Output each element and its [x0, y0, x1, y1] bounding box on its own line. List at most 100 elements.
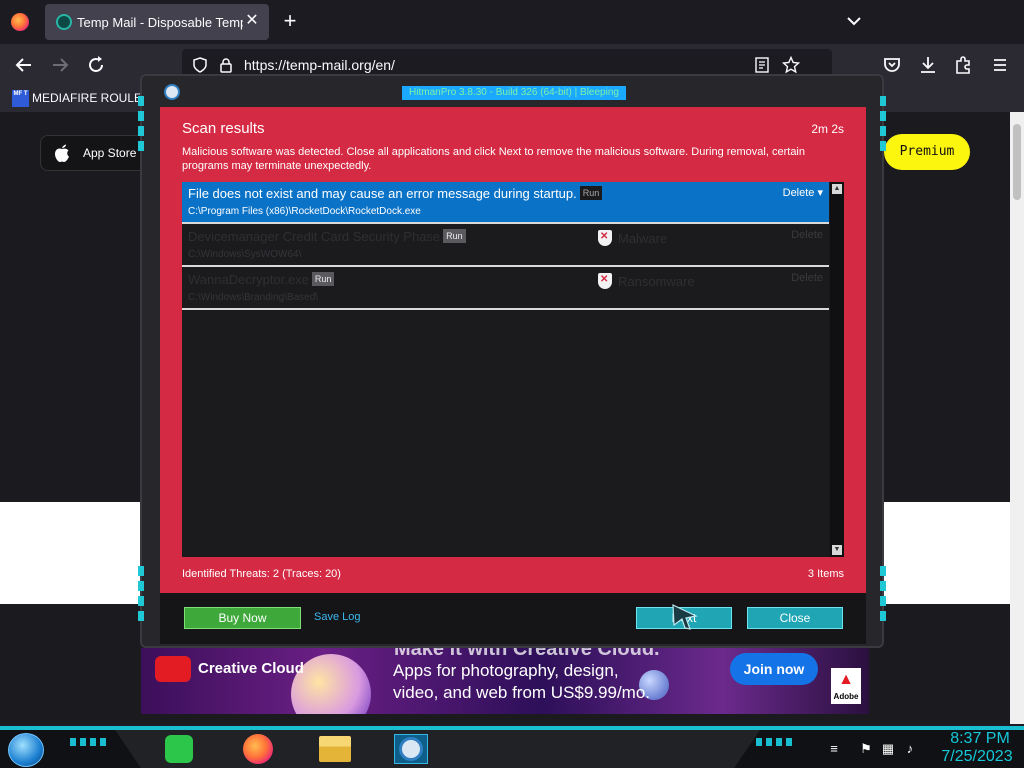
- threat-type: Ransomware: [618, 274, 695, 289]
- hitmanpro-footer: Buy Now Save Log Next Close: [160, 593, 866, 644]
- clock-date[interactable]: 7/25/2023: [932, 748, 1022, 766]
- app-menu-button[interactable]: [988, 53, 1012, 77]
- scan-results-panel: Scan results 2m 2s Malicious software wa…: [160, 107, 866, 593]
- reload-button[interactable]: [84, 53, 108, 77]
- taskbar-firefox-app[interactable]: [241, 734, 275, 764]
- premium-button[interactable]: Premium: [884, 134, 970, 170]
- ad-brand-name: Creative Cloud: [198, 660, 304, 677]
- result-row[interactable]: File does not exist and may cause an err…: [182, 182, 829, 224]
- list-all-tabs-button[interactable]: [843, 10, 865, 32]
- ad-copy-text: Apps for photography, design, video, and…: [393, 661, 651, 702]
- url-text: https://temp-mail.org/en/: [244, 57, 395, 73]
- result-row[interactable]: WannaDecryptor.exe Run C:\Windows\Brandin…: [182, 268, 829, 310]
- shield-icon[interactable]: [192, 57, 208, 73]
- page-scrollbar-thumb[interactable]: [1013, 124, 1021, 200]
- file-explorer-icon: [319, 736, 351, 762]
- taskbar-hitmanpro-app[interactable]: [394, 734, 428, 764]
- firefox-icon: [243, 734, 273, 764]
- run-badge: Run: [311, 272, 335, 286]
- app-store-button[interactable]: App Store: [40, 135, 150, 171]
- join-now-button[interactable]: Join now: [730, 653, 818, 685]
- clock-time[interactable]: 8:37 PM: [940, 730, 1020, 748]
- extensions-button[interactable]: [952, 53, 976, 77]
- threat-shield-icon: [598, 230, 612, 246]
- notes-icon: [165, 735, 193, 763]
- run-badge: Run: [443, 229, 466, 243]
- system-tray: ≡ ⚑ ▦ ♪ 8:37 PM 7/25/2023: [820, 730, 1024, 768]
- chevron-down-icon: [847, 17, 861, 26]
- adobe-logo-text: Adobe: [833, 692, 859, 701]
- result-name: Devicemanager Credit Card Security Phase…: [188, 229, 466, 244]
- result-action-dropdown[interactable]: Delete ▾: [783, 186, 823, 199]
- download-icon: [921, 57, 935, 73]
- items-count: 3 Items: [807, 568, 844, 580]
- action-center-flag-icon[interactable]: ⚑: [858, 741, 874, 757]
- creative-cloud-logo-icon: [155, 656, 191, 682]
- scan-results-heading: Scan results: [182, 120, 265, 137]
- result-name-text: WannaDecryptor.exe: [188, 272, 309, 287]
- taskbar-file-explorer-app[interactable]: [318, 734, 352, 764]
- window-frame-glow: [138, 96, 144, 156]
- threat-type: Malware: [618, 231, 668, 246]
- run-badge: Run: [579, 186, 603, 200]
- window-frame-glow: [880, 566, 886, 626]
- window-title: HitmanPro 3.8.30 - Build 326 (64-bit) | …: [402, 86, 626, 100]
- reader-view-icon[interactable]: [754, 57, 770, 73]
- mediafire-bookmark-icon: MF T: [12, 90, 29, 107]
- tab-title: Temp Mail - Disposable Tempo: [77, 15, 243, 30]
- scan-elapsed-time: 2m 2s: [811, 122, 844, 136]
- mouse-cursor-icon: [672, 604, 698, 630]
- result-name-text: Devicemanager Credit Card Security Phase: [188, 229, 441, 244]
- creative-cloud-ad-banner[interactable]: Creative Cloud Make it with Creative Clo…: [141, 648, 869, 714]
- result-row[interactable]: Devicemanager Credit Card Security Phase…: [182, 225, 829, 267]
- result-path: C:\Windows\SysWOW64\: [188, 249, 302, 260]
- lock-icon[interactable]: [218, 57, 234, 73]
- results-scrollbar[interactable]: ▲ ▼: [830, 182, 844, 557]
- pocket-button[interactable]: [880, 53, 904, 77]
- taskbar-notes-app[interactable]: [162, 734, 196, 764]
- result-path: C:\Program Files (x86)\RocketDock\Rocket…: [188, 206, 421, 217]
- scroll-up-arrow-icon[interactable]: ▲: [832, 184, 842, 194]
- reload-icon: [89, 56, 103, 72]
- forward-button[interactable]: [48, 53, 72, 77]
- window-frame-glow: [880, 96, 886, 156]
- results-list: File does not exist and may cause an err…: [182, 182, 844, 557]
- network-icon[interactable]: ▦: [880, 741, 896, 757]
- start-button[interactable]: [8, 733, 44, 767]
- tab-temp-mail[interactable]: Temp Mail - Disposable Tempo ✕: [45, 4, 269, 40]
- hitmanpro-window: HitmanPro 3.8.30 - Build 326 (64-bit) | …: [138, 74, 886, 648]
- result-name: WannaDecryptor.exe Run: [188, 272, 335, 287]
- browser-tab-bar: Temp Mail - Disposable Tempo ✕ +: [0, 0, 1024, 44]
- hitmanpro-app-icon[interactable]: [164, 84, 180, 100]
- threat-shield-icon: [598, 273, 612, 289]
- apple-icon: [55, 144, 69, 162]
- puzzle-piece-icon: [956, 56, 970, 74]
- volume-icon[interactable]: ♪: [902, 741, 918, 757]
- taskbar-app-area: [115, 730, 760, 768]
- result-name-text: File does not exist and may cause an err…: [188, 186, 577, 201]
- save-log-link[interactable]: Save Log: [314, 611, 360, 623]
- taskbar: ≡ ⚑ ▦ ♪ 8:37 PM 7/25/2023: [0, 726, 1024, 768]
- scroll-down-arrow-icon[interactable]: ▼: [832, 545, 842, 555]
- adobe-logo: ▲ Adobe: [831, 668, 861, 704]
- show-desktop-icon[interactable]: ≡: [826, 741, 842, 757]
- tab-close-button[interactable]: ✕: [243, 12, 261, 30]
- taskbar-deco: [70, 738, 106, 746]
- hamburger-menu-icon: [994, 59, 1006, 71]
- window-frame-glow: [138, 566, 144, 626]
- downloads-button[interactable]: [916, 53, 940, 77]
- close-button[interactable]: Close: [747, 607, 843, 629]
- hitmanpro-icon: [399, 737, 423, 761]
- arrow-left-icon: [15, 58, 31, 72]
- back-button[interactable]: [12, 53, 36, 77]
- buy-now-button[interactable]: Buy Now: [184, 607, 301, 629]
- bookmark-star-icon[interactable]: [782, 56, 800, 74]
- firefox-menu-icon[interactable]: [11, 13, 29, 31]
- result-action-dropdown[interactable]: Delete: [791, 229, 823, 241]
- new-tab-button[interactable]: +: [279, 10, 301, 32]
- page-scrollbar[interactable]: [1010, 112, 1024, 724]
- result-action-dropdown[interactable]: Delete: [791, 272, 823, 284]
- app-store-label: App Store: [83, 146, 137, 160]
- temp-mail-favicon-icon: [56, 14, 72, 30]
- taskbar-deco: [756, 738, 792, 746]
